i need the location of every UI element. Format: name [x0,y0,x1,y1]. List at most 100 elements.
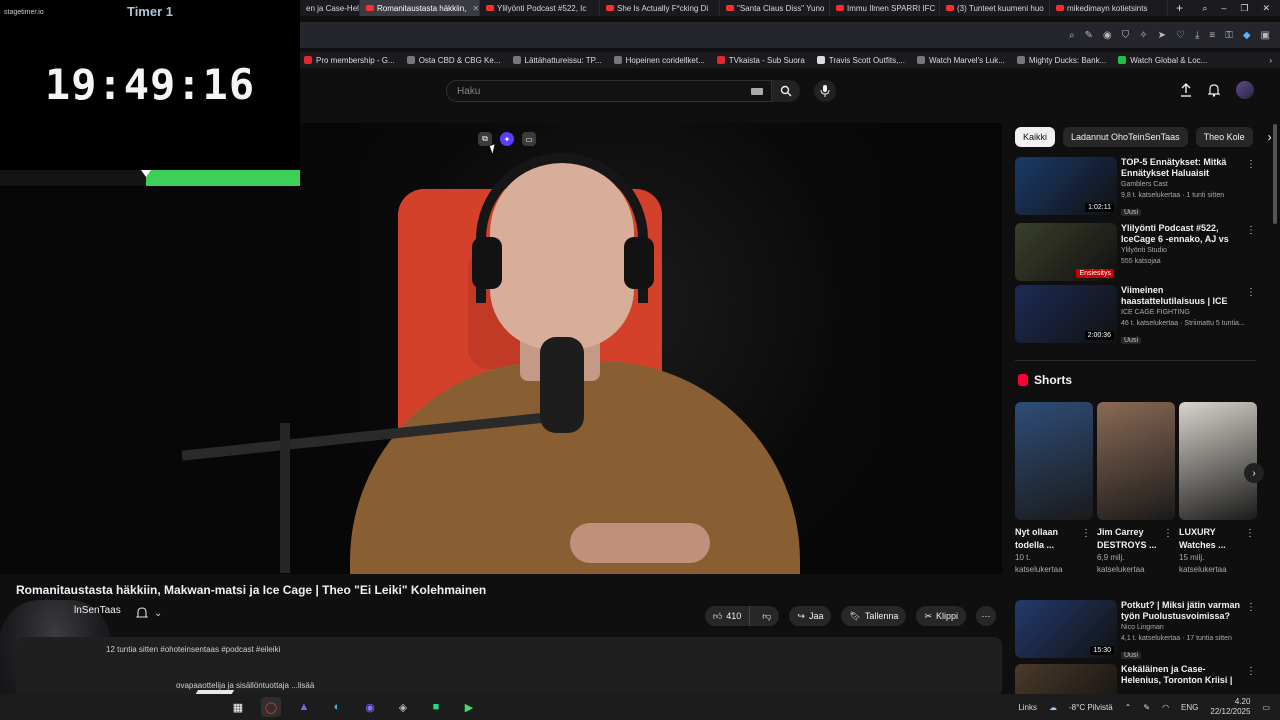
browser-tab[interactable]: Ylilyönti Podcast #522, Ic [480,0,600,16]
close-window-icon[interactable]: ✕ [1262,3,1270,14]
restore-icon[interactable]: ❐ [1240,3,1248,14]
browser-tab[interactable]: Romanitaustasta häkkiin, ✕ [360,0,480,16]
more-icon[interactable]: ⋮ [1246,287,1256,298]
video-player[interactable] [0,123,1002,574]
channel-name[interactable]: ICE CAGE FIGHTING [1121,307,1245,318]
shorts-next-button[interactable]: › [1244,463,1264,483]
extension-icon[interactable]: ✧ [1139,30,1147,41]
short-item[interactable]: Nyt ollaan todella ... 10 t. katselukerta… [1015,402,1093,576]
more-icon[interactable]: ⋮ [1246,159,1256,170]
short-title[interactable]: LUXURY Watches ... [1179,526,1243,552]
short-item[interactable]: Jim Carrey DESTROYS ... 6,9 milj. katselu… [1097,402,1175,576]
video-title[interactable]: TOP-5 Ennätykset: Mitkä Ennätykset Halua… [1121,157,1245,179]
video-title[interactable]: Kekäläinen ja Case-Helenius, Toronton Kr… [1121,664,1245,686]
short-item[interactable]: LUXURY Watches ... 15 milj. katselukertaa… [1179,402,1257,576]
channel-name[interactable]: Nico Lingman [1121,622,1245,633]
notifications-bell-icon[interactable] [1208,83,1220,97]
bookmark-item[interactable]: Travis Scott Outfits,... [816,56,905,65]
bookmark-item[interactable]: Mighty Ducks: Bank... [1016,56,1106,65]
task-view-icon[interactable]: ▦ [228,697,248,717]
more-icon[interactable]: ⋮ [1246,225,1256,236]
recommended-video[interactable]: 1:02:11 TOP-5 Ennätykset: Mitkä Ennätykse… [1015,157,1260,216]
wallet-icon[interactable]: ▣ [1261,30,1270,41]
weather-label[interactable]: -8°C Pilvistä [1069,703,1113,712]
channel-name[interactable]: lnSenTaas [74,605,121,616]
miniplayer-icon[interactable]: ▭ [522,132,536,146]
short-thumbnail[interactable] [1097,402,1175,520]
more-icon[interactable]: ⋮ [1246,602,1256,613]
more-icon[interactable]: ⋮ [1081,528,1091,539]
share-button[interactable]: ↪ Jaa [789,606,832,626]
vpn-icon[interactable]: ◆ [1243,30,1251,41]
voice-search-button[interactable] [814,80,836,102]
dislike-button[interactable]: 👎︎ [754,606,779,626]
video-title[interactable]: Viimeinen haastattelutilaisuus | ICE CAG… [1121,285,1245,307]
system-clock[interactable]: 4.20 22/12/2025 [1210,697,1250,717]
scrollbar[interactable] [1270,124,1280,694]
edge-icon[interactable]: ◐ [327,697,347,717]
pip-icon[interactable]: ⧉ [478,132,492,146]
links-label[interactable]: Links [1018,703,1037,712]
bookmark-item[interactable]: Watch Marvel's Luk... [916,56,1005,65]
video-title[interactable]: Potkut? | Miksi jätin varman työn Puolus… [1121,600,1245,622]
pen-icon[interactable]: ✎ [1143,703,1150,712]
keyboard-icon[interactable] [751,88,763,95]
opera-browser-icon[interactable]: ◯ [261,697,281,717]
more-icon[interactable]: ⋮ [1245,528,1255,539]
browser-tab[interactable]: mikedimayn kotietsints [1050,0,1168,16]
bookmark-item[interactable]: Watch Global & Loc... [1118,56,1207,65]
channel-name[interactable]: Ylilyönti Studio [1121,245,1245,256]
short-title[interactable]: Jim Carrey DESTROYS ... [1097,526,1161,552]
ai-sparkle-icon[interactable]: ✦ [500,132,514,146]
filter-chip[interactable]: Ladannut OhoTeinSenTaas [1063,127,1188,147]
like-button[interactable]: 👍︎ 410 [705,606,751,626]
more-icon[interactable]: ⋮ [1246,666,1256,677]
upload-icon[interactable] [1180,83,1192,97]
filter-chip[interactable]: Kaikki [1015,127,1056,147]
recommended-video[interactable]: 15:30 Potkut? | Miksi jätin varman työn P… [1015,600,1260,659]
more-icon[interactable]: ⋮ [1163,528,1173,539]
edit-icon[interactable]: ✎ [1085,30,1093,41]
video-thumbnail[interactable]: 15:30 [1015,600,1117,658]
minimize-icon[interactable]: – [1221,3,1226,13]
filter-chip[interactable]: Theo Kole [1195,127,1253,147]
search-input[interactable]: Haku [446,80,772,102]
bookmark-item[interactable]: Pro membership - G... [304,56,395,65]
notifications-icon[interactable]: ▭ [1262,703,1270,712]
menu-icon[interactable]: ≡ [1209,30,1215,41]
channel-name[interactable]: Gamblers Cast [1121,179,1245,190]
browser-tab[interactable]: en ja Case-Heler [300,0,360,16]
tray-up-icon[interactable]: ⌃ [1125,703,1132,712]
browser-tab[interactable]: Immu Ilmen SPARRI IFC [830,0,940,16]
browser-tab[interactable]: She Is Actually F*cking Di [600,0,720,16]
close-tab-icon[interactable]: ✕ [472,4,479,13]
video-title[interactable]: Ylilyönti Podcast #522, IceCage 6 -ennak… [1121,223,1245,245]
send-icon[interactable]: ➤ [1158,30,1166,41]
scrollbar-thumb[interactable] [1273,124,1277,224]
media-app-icon[interactable]: ▶ [459,697,479,717]
short-thumbnail[interactable] [1015,402,1093,520]
shield-icon[interactable]: ⛉ [1122,30,1130,41]
new-tab-button[interactable]: + [1168,1,1191,15]
clip-button[interactable]: ✂ Klippi [916,606,966,626]
download-icon[interactable]: ⤓ [1195,30,1199,41]
bookmarks-overflow-icon[interactable]: › [1269,56,1280,65]
bookmark-item[interactable]: Hopeinen coridellket... [613,56,705,65]
bookmark-item[interactable]: TVkaista - Sub Suora [716,56,805,65]
short-title[interactable]: Nyt ollaan todella ... [1015,526,1079,552]
recommended-video[interactable]: Ensiesitys Ylilyönti Podcast #522, IceCag… [1015,223,1260,281]
description-box[interactable]: 12 tuntia sitten #ohoteinsentaas #podcas… [16,637,1002,697]
lock-icon[interactable]: ⚿ [1225,30,1233,41]
more-actions-button[interactable]: ⋯ [976,606,996,626]
video-thumbnail[interactable]: 2:00:36 [1015,285,1117,343]
heart-icon[interactable]: ♡ [1176,30,1185,41]
search-page-icon[interactable]: ⌕ [1069,30,1075,41]
camera-icon[interactable]: ◉ [1103,30,1112,41]
avatar[interactable] [1236,81,1254,99]
bookmark-item[interactable]: Lättähattureissu: TP... [512,56,602,65]
video-thumbnail[interactable]: 1:02:11 [1015,157,1117,215]
browser-tab[interactable]: (3) Tunteet kuumeni huo [940,0,1050,16]
discord-icon[interactable]: ◉ [360,697,380,717]
teams-icon[interactable]: ▲ [294,697,314,717]
search-button[interactable] [772,80,800,102]
